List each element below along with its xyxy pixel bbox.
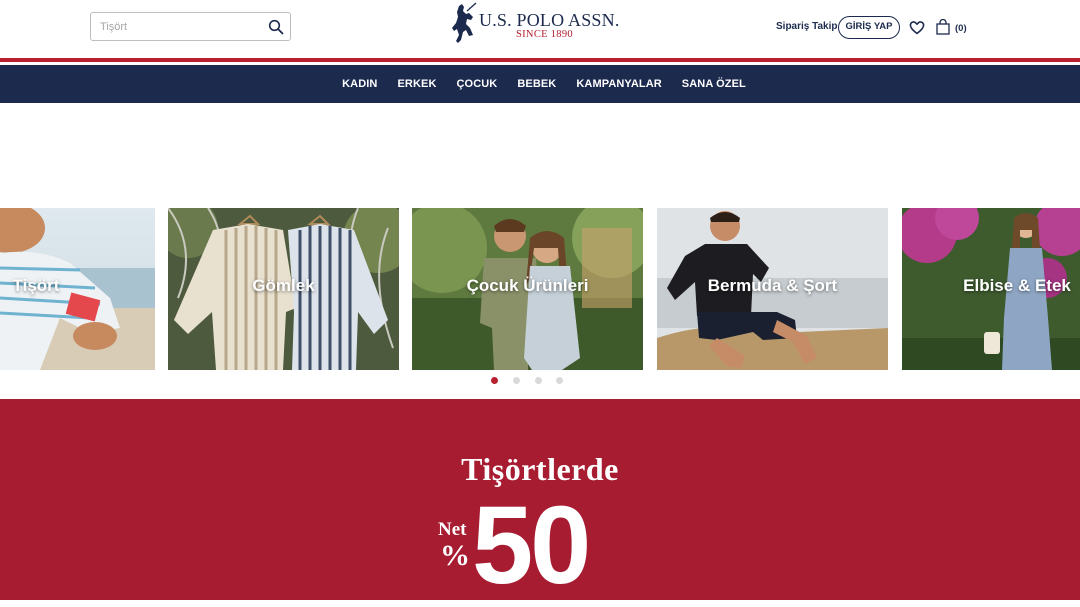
- carousel-pagination: [491, 377, 571, 385]
- promo-percent-sign: %: [440, 539, 470, 572]
- nav-item-bebek[interactable]: BEBEK: [507, 78, 566, 90]
- category-carousel: Tişört Gömlek Çocuk Ürünleri Bermuda & Ş…: [0, 208, 1080, 370]
- brand-name: U.S. POLO ASSN.: [479, 10, 620, 30]
- search-input[interactable]: [100, 18, 260, 36]
- shopping-bag-icon[interactable]: [936, 19, 950, 35]
- promo-banner[interactable]: Tişörtlerde Net % 50: [0, 399, 1080, 607]
- category-label: Çocuk Ürünleri: [466, 276, 589, 295]
- nav-item-erkek[interactable]: ERKEK: [387, 78, 446, 90]
- search-icon[interactable]: [268, 19, 284, 35]
- category-card-gomlek[interactable]: Gömlek: [168, 208, 399, 370]
- promo-net-label: Net: [438, 519, 467, 540]
- category-card-elbise-etek[interactable]: Elbise & Etek: [902, 208, 1080, 370]
- heart-icon[interactable]: [909, 20, 925, 35]
- cart-count: (0): [955, 23, 967, 34]
- nav-item-cocuk[interactable]: ÇOCUK: [447, 78, 508, 90]
- carousel-dot[interactable]: [513, 377, 520, 384]
- main-navigation: KADIN ERKEK ÇOCUK BEBEK KAMPANYALAR SANA…: [0, 65, 1080, 103]
- promo-title: Tişörtlerde: [461, 451, 619, 487]
- category-card-cocuk-urunleri[interactable]: Çocuk Ürünleri: [412, 208, 643, 370]
- brand-since: SINCE 1890: [516, 29, 573, 40]
- carousel-dot[interactable]: [535, 377, 542, 384]
- category-label: Bermuda & Şort: [707, 276, 838, 295]
- search-box[interactable]: [90, 12, 291, 41]
- carousel-dot[interactable]: [491, 377, 498, 384]
- order-tracking-link[interactable]: Sipariş Takip: [776, 21, 838, 32]
- nav-item-kadin[interactable]: KADIN: [332, 78, 387, 90]
- category-label: Elbise & Etek: [963, 276, 1071, 295]
- category-label: Gömlek: [252, 276, 315, 295]
- nav-item-kampanyalar[interactable]: KAMPANYALAR: [566, 78, 671, 90]
- category-card-tisort[interactable]: Tişört: [0, 208, 155, 370]
- login-button[interactable]: GİRİŞ YAP: [838, 16, 900, 39]
- carousel-dot[interactable]: [556, 377, 563, 384]
- brand-logo[interactable]: U.S. POLO ASSN. SINCE 1890: [451, 2, 619, 46]
- promo-discount-value: 50: [472, 484, 591, 607]
- category-label: Tişört: [12, 276, 60, 295]
- nav-item-sana-ozel[interactable]: SANA ÖZEL: [672, 78, 756, 90]
- site-header: U.S. POLO ASSN. SINCE 1890 Sipariş Takip…: [0, 0, 1080, 58]
- category-card-bermuda-sort[interactable]: Bermuda & Şort: [657, 208, 888, 370]
- polo-player-logo-icon: [452, 2, 477, 43]
